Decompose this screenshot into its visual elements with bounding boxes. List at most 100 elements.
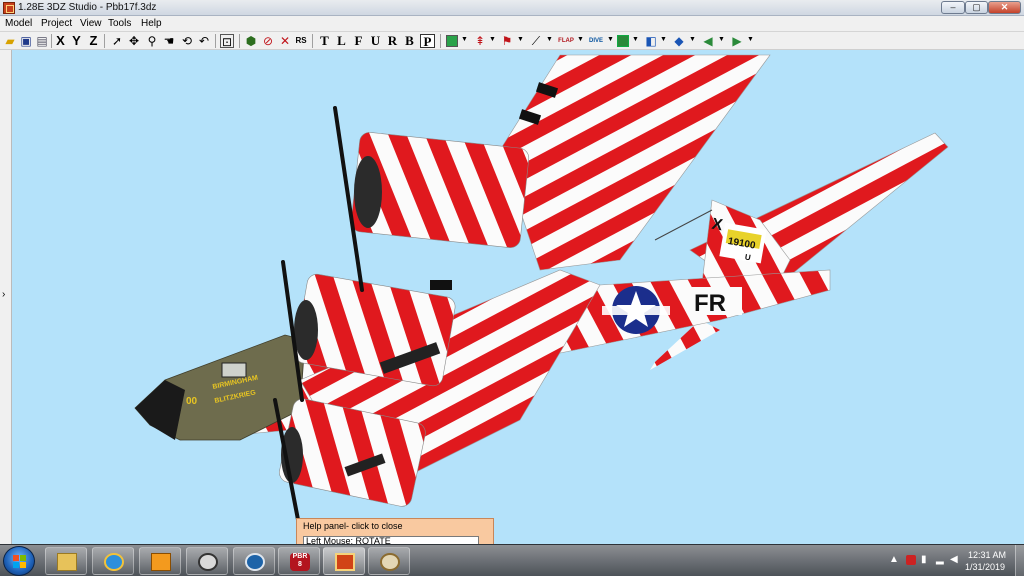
toolbar-separator <box>239 34 240 48</box>
windows-logo-icon <box>20 562 26 568</box>
engine-cowl-2 <box>294 300 318 360</box>
view-back-button[interactable]: B <box>403 34 416 48</box>
axis-x-button[interactable]: X <box>54 34 67 48</box>
start-button[interactable] <box>3 546 35 576</box>
volume-icon[interactable]: ◀ <box>950 555 960 565</box>
axis-y-button[interactable]: Y <box>70 34 83 48</box>
windows-logo-icon <box>13 562 19 568</box>
view-perspective-button[interactable]: P <box>420 34 435 49</box>
wireframe-icon[interactable]: ✕ <box>278 34 292 48</box>
dropdown-arrow-icon[interactable]: ▼ <box>747 36 755 43</box>
fuselage-code: FR <box>694 290 726 317</box>
tray-show-hidden-icon[interactable]: ▲ <box>889 555 899 565</box>
view-under-button[interactable]: U <box>369 34 382 48</box>
shade-icon[interactable]: ⬢ <box>244 34 258 48</box>
dropdown-arrow-icon[interactable]: ▼ <box>718 36 726 43</box>
pointer-icon[interactable]: ➚ <box>110 34 124 48</box>
bomb-door-icon[interactable] <box>617 35 629 47</box>
tail-wheel-icon[interactable]: ▶ <box>730 34 744 48</box>
menu-help[interactable]: Help <box>141 18 162 29</box>
toolbar-separator <box>440 34 441 48</box>
menu-model[interactable]: Model <box>5 18 32 29</box>
view-top-button[interactable]: T <box>318 34 331 48</box>
tray-app-icon[interactable] <box>906 555 916 565</box>
windows-logo-icon <box>20 555 26 561</box>
dropdown-arrow-icon[interactable]: ▼ <box>577 36 585 43</box>
3d-viewport[interactable]: 00 BIRMINGHAM BLITZKRIEG FR X 19100 U <box>12 50 1024 544</box>
zoom-box-icon[interactable]: ⊡ <box>220 34 234 49</box>
dropdown-arrow-icon[interactable]: ▼ <box>689 36 697 43</box>
show-desktop-button[interactable] <box>1015 545 1024 576</box>
taskbar-3dz-studio[interactable] <box>323 547 365 575</box>
close-button[interactable]: ✕ <box>988 1 1021 14</box>
dive-button[interactable]: DIVE <box>587 34 605 48</box>
save-icon[interactable]: ▣ <box>19 34 33 48</box>
minimize-button[interactable]: – <box>941 1 965 14</box>
blender-style-app-icon <box>245 553 265 571</box>
taskbar-file-explorer[interactable] <box>45 547 87 575</box>
aircraft-model[interactable]: 00 BIRMINGHAM BLITZKRIEG FR X 19100 U <box>12 50 1024 544</box>
taskbar-blender-style-app[interactable] <box>233 547 275 575</box>
magnifier-icon[interactable]: ⚲ <box>145 34 159 48</box>
axis-z-button[interactable]: Z <box>87 34 100 48</box>
rotate-axis-icon[interactable]: ⟲ <box>180 34 194 48</box>
flap-button[interactable]: FLAP <box>557 34 575 48</box>
dropdown-arrow-icon[interactable]: ▼ <box>517 36 525 43</box>
no-texture-icon[interactable]: ⊘ <box>261 34 275 48</box>
window-icon[interactable]: ▤ <box>35 34 49 48</box>
3dz-studio-icon <box>335 553 355 571</box>
dropdown-arrow-icon[interactable]: ▼ <box>546 36 554 43</box>
rudder-icon[interactable]: ◧ <box>644 34 658 48</box>
help-panel-title[interactable]: Help panel- click to close <box>303 521 403 531</box>
maximize-button[interactable]: ▢ <box>965 1 988 14</box>
view-front-button[interactable]: F <box>352 34 365 48</box>
gear-up-icon[interactable] <box>446 35 458 47</box>
media-player-icon <box>151 553 171 571</box>
taskbar-media-player[interactable] <box>139 547 181 575</box>
taskbar-pbr-app[interactable]: PBR 8 <box>278 547 320 575</box>
title-bar: 1.28E 3DZ Studio - Pbb17f.3dz – ▢ ✕ <box>0 0 1024 16</box>
menu-tools[interactable]: Tools <box>108 18 131 29</box>
view-right-button[interactable]: R <box>386 34 399 48</box>
hand-icon[interactable]: ☚ <box>162 34 176 48</box>
antenna-wire <box>654 209 713 241</box>
dropdown-arrow-icon[interactable]: ▼ <box>632 36 640 43</box>
toolbar-separator <box>215 34 216 48</box>
elevator-icon[interactable]: ◀ <box>701 34 715 48</box>
left-panel-collapsed[interactable]: › <box>0 50 12 544</box>
network-icon[interactable]: ▮ <box>921 555 931 565</box>
clock-app-icon <box>198 553 218 571</box>
system-tray: ▲ ▮ ▂ ◀ 12:31 AM 1/31/2019 <box>885 547 1024 575</box>
clock-date[interactable]: 1/31/2019 <box>965 562 1005 572</box>
taskbar-clock-app[interactable] <box>186 547 228 575</box>
folder-open-icon[interactable]: ▰ <box>3 34 17 48</box>
dropdown-arrow-icon[interactable]: ▼ <box>489 36 497 43</box>
view-left-button[interactable]: L <box>335 34 348 48</box>
toolbar-separator <box>104 34 105 48</box>
windows-logo-icon <box>13 555 19 561</box>
dropdown-arrow-icon[interactable]: ▼ <box>660 36 668 43</box>
pitch-icon[interactable]: ⇞ <box>473 34 487 48</box>
expand-panel-arrow-icon[interactable]: › <box>2 289 5 300</box>
clock-time[interactable]: 12:31 AM <box>968 550 1006 560</box>
signal-icon[interactable]: ▂ <box>936 555 946 565</box>
help-panel[interactable]: Help panel- click to close Left Mouse: R… <box>296 518 494 547</box>
flag-icon[interactable]: ⚑ <box>500 34 514 48</box>
aileron-icon[interactable]: ◆ <box>672 34 686 48</box>
engine-cowl-1 <box>354 156 382 228</box>
app-icon[interactable] <box>3 2 15 14</box>
line-icon[interactable]: ⟋ <box>529 34 543 48</box>
internet-explorer-icon <box>104 553 124 571</box>
menu-project[interactable]: Project <box>41 18 72 29</box>
dropdown-arrow-icon[interactable]: ▼ <box>461 36 469 43</box>
taskbar-paint[interactable] <box>368 547 410 575</box>
rs-button[interactable]: RS <box>294 34 308 48</box>
paint-icon <box>380 553 400 571</box>
cockpit-window <box>221 362 247 378</box>
taskbar: PBR 8 ▲ ▮ ▂ ◀ 12:31 AM 1/31/2019 <box>0 544 1024 576</box>
move-icon[interactable]: ✥ <box>127 34 141 48</box>
dropdown-arrow-icon[interactable]: ▼ <box>607 36 615 43</box>
menu-view[interactable]: View <box>80 18 102 29</box>
undo-icon[interactable]: ↶ <box>197 34 211 48</box>
taskbar-internet-explorer[interactable] <box>92 547 134 575</box>
